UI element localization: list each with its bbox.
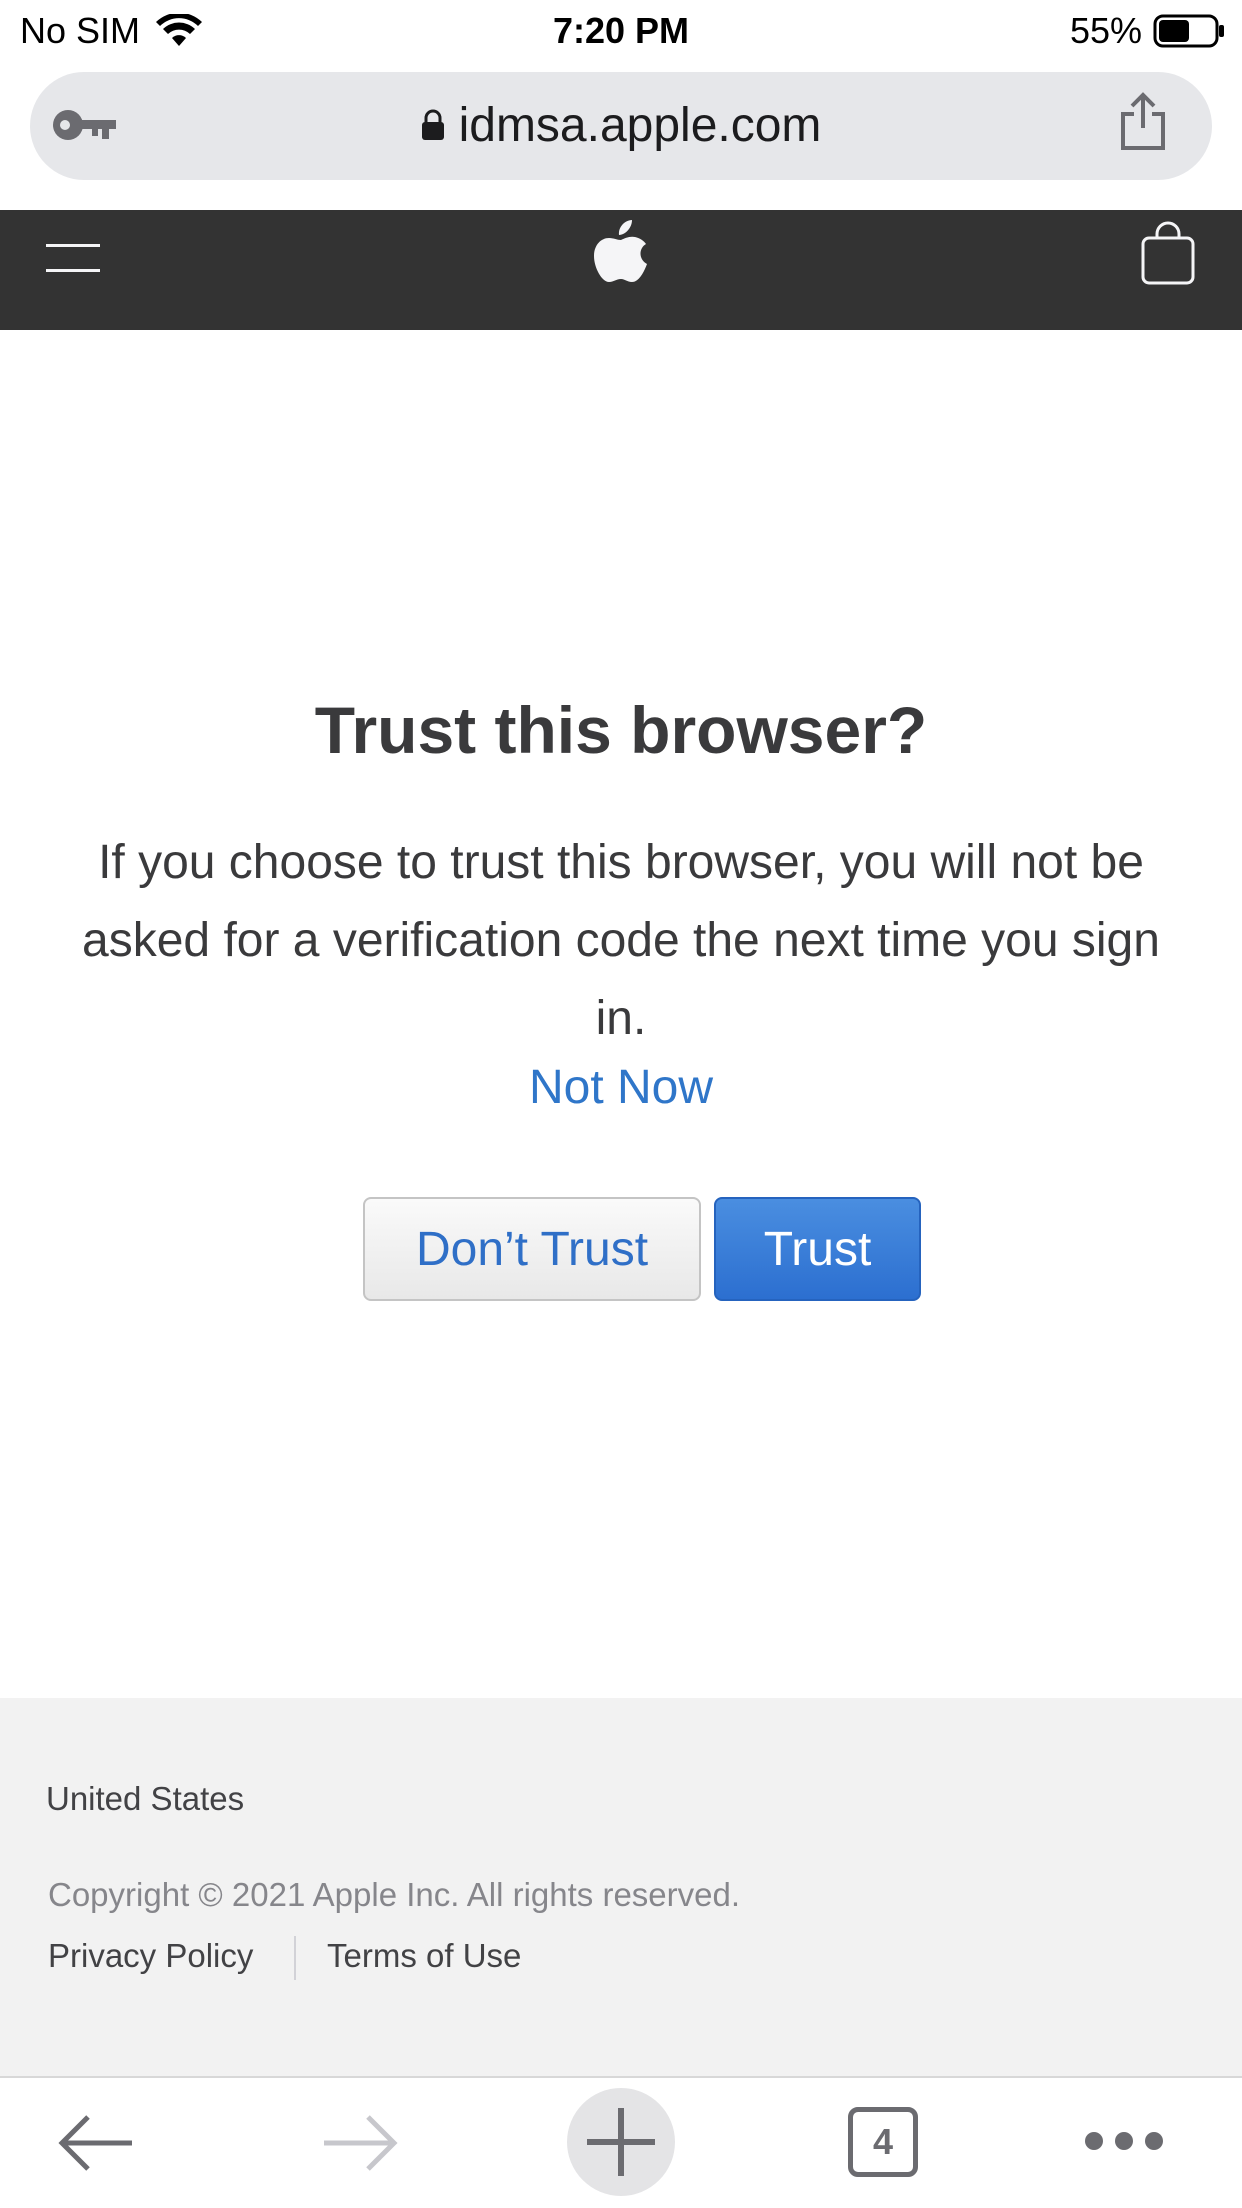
copyright-text: Copyright © 2021 Apple Inc. All rights r… bbox=[48, 1876, 741, 1913]
footer-divider bbox=[294, 1936, 296, 1980]
menu-icon[interactable] bbox=[46, 240, 100, 276]
status-time: 7:20 PM bbox=[552, 10, 690, 51]
not-now-link[interactable]: Not Now bbox=[0, 1060, 1242, 1115]
terms-of-use-link[interactable]: Terms of Use bbox=[327, 1937, 521, 1975]
share-icon[interactable] bbox=[1118, 92, 1168, 152]
back-arrow-icon[interactable] bbox=[58, 2112, 136, 2174]
dont-trust-button[interactable]: Don’t Trust bbox=[363, 1197, 701, 1301]
country-selector[interactable]: United States bbox=[46, 1780, 244, 1818]
trust-message: If you choose to trust this browser, you… bbox=[82, 836, 1160, 1045]
battery-icon bbox=[1153, 14, 1224, 48]
tab-count: 4 bbox=[872, 2121, 894, 2162]
privacy-policy-link[interactable]: Privacy Policy bbox=[48, 1937, 253, 1975]
page-title: Trust this browser? bbox=[314, 693, 928, 767]
forward-arrow-icon[interactable] bbox=[320, 2112, 398, 2174]
tabs-icon[interactable]: 4 bbox=[848, 2107, 918, 2177]
battery-percent: 55% bbox=[1069, 10, 1142, 51]
url-text: idmsa.apple.com bbox=[458, 98, 822, 152]
more-icon[interactable] bbox=[1082, 2126, 1166, 2156]
status-bar: No SIM 7:20 PM 55% bbox=[0, 0, 1242, 62]
plus-icon[interactable] bbox=[585, 2106, 657, 2178]
url-display[interactable]: idmsa.apple.com bbox=[0, 92, 1242, 158]
lock-icon bbox=[421, 109, 444, 140]
trust-button[interactable]: Trust bbox=[714, 1197, 921, 1301]
screen: No SIM 7:20 PM 55% idmsa.apple.com Trust… bbox=[0, 0, 1242, 2208]
bag-icon[interactable] bbox=[1140, 220, 1196, 286]
apple-logo-icon[interactable] bbox=[592, 216, 650, 286]
